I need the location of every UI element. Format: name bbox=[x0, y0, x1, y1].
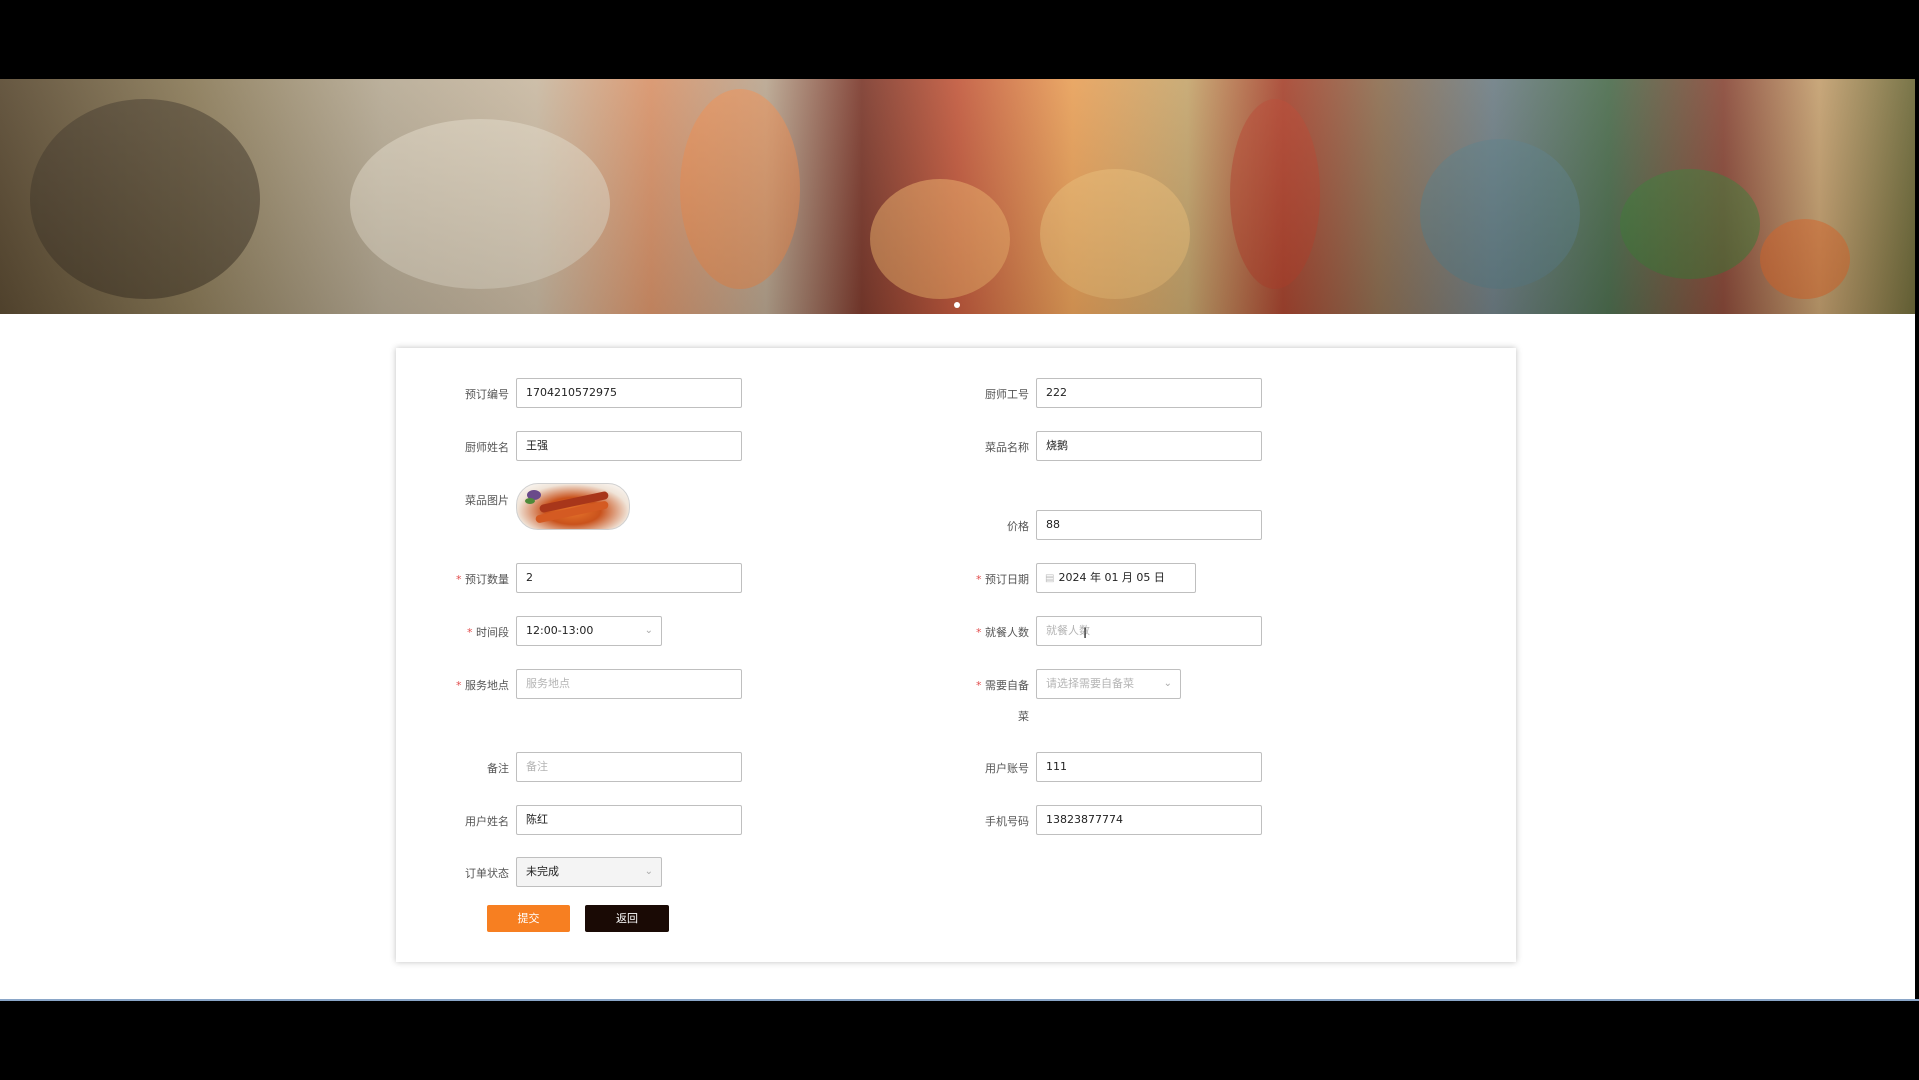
price-label: 价格 bbox=[1007, 520, 1029, 533]
self-prep-select[interactable]: 请选择需要自备菜 ⌄ bbox=[1036, 669, 1181, 699]
chef-no-label: 厨师工号 bbox=[985, 388, 1029, 401]
status-select[interactable]: 未完成 ⌄ bbox=[516, 857, 662, 887]
self-prep-placeholder: 请选择需要自备菜 bbox=[1046, 677, 1134, 690]
phone-input[interactable]: 13823877774 bbox=[1036, 805, 1262, 835]
diners-input[interactable]: 就餐人数 bbox=[1036, 616, 1262, 646]
chef-no-input[interactable]: 222 bbox=[1036, 378, 1262, 408]
text-cursor-icon: I bbox=[1083, 626, 1088, 642]
food-banner-carousel bbox=[0, 79, 1915, 314]
status-label: 订单状态 bbox=[465, 867, 509, 880]
diners-label: 就餐人数 bbox=[960, 624, 1029, 640]
user-name-label: 用户姓名 bbox=[465, 815, 509, 828]
dish-image-thumbnail[interactable] bbox=[516, 483, 630, 530]
self-prep-label: 需要自备 bbox=[960, 677, 1029, 693]
chef-name-input[interactable]: 王强 bbox=[516, 431, 742, 461]
self-prep-label-line2: 菜 bbox=[1018, 710, 1029, 723]
date-picker[interactable]: ▤ 2024 年 01 月 05 日 bbox=[1036, 563, 1196, 593]
dish-image-label: 菜品图片 bbox=[465, 494, 509, 507]
back-button[interactable]: 返回 bbox=[585, 905, 669, 932]
chef-name-label: 厨师姓名 bbox=[465, 441, 509, 454]
status-value: 未完成 bbox=[526, 865, 559, 878]
user-name-input[interactable]: 陈红 bbox=[516, 805, 742, 835]
order-no-label: 预订编号 bbox=[465, 388, 509, 401]
chevron-down-icon: ⌄ bbox=[644, 866, 653, 877]
dish-name-label: 菜品名称 bbox=[985, 441, 1029, 454]
chevron-down-icon: ⌄ bbox=[644, 625, 653, 636]
address-label: 服务地点 bbox=[440, 677, 509, 693]
calendar-icon: ▤ bbox=[1045, 573, 1055, 584]
date-label: 预订日期 bbox=[960, 571, 1029, 587]
dish-name-input[interactable]: 烧鹅 bbox=[1036, 431, 1262, 461]
price-input[interactable]: 88 bbox=[1036, 510, 1262, 540]
time-slot-label: 时间段 bbox=[440, 624, 509, 640]
time-slot-value: 12:00-13:00 bbox=[526, 624, 594, 637]
quantity-label: 预订数量 bbox=[440, 571, 509, 587]
date-value: 2024 年 01 月 05 日 bbox=[1058, 571, 1165, 584]
submit-button[interactable]: 提交 bbox=[487, 905, 570, 932]
order-no-input[interactable]: 1704210572975 bbox=[516, 378, 742, 408]
remark-label: 备注 bbox=[487, 762, 509, 775]
carousel-indicator[interactable] bbox=[954, 302, 960, 308]
user-account-input[interactable]: 111 bbox=[1036, 752, 1262, 782]
remark-input[interactable]: 备注 bbox=[516, 752, 742, 782]
address-input[interactable]: 服务地点 bbox=[516, 669, 742, 699]
phone-label: 手机号码 bbox=[985, 815, 1029, 828]
user-account-label: 用户账号 bbox=[985, 762, 1029, 775]
quantity-input[interactable]: 2 bbox=[516, 563, 742, 593]
chevron-down-icon: ⌄ bbox=[1163, 678, 1172, 689]
time-slot-select[interactable]: 12:00-13:00 ⌄ bbox=[516, 616, 662, 646]
